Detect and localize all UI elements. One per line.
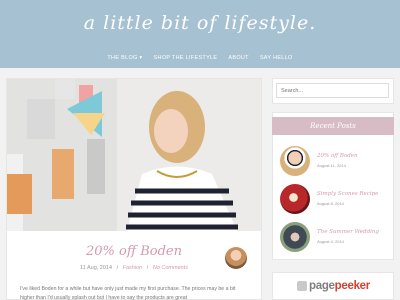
recent-post-item[interactable]: Simply Scones Recipe August 8, 2014 [280,184,390,216]
pagepeeker-logo-text: pagepeeker [309,280,370,292]
recent-post-item[interactable]: 20% off Boden August 11, 2014 [280,146,390,178]
post-meta: 11 Aug, 2014 / Fashion / No Comments [7,265,261,271]
main-nav: THE BLOG ▾ SHOP THE LIFESTYLE ABOUT SAY … [0,55,400,61]
meta-separator: / [116,265,119,271]
nav-about[interactable]: ABOUT [228,55,248,61]
search-input[interactable] [276,83,389,98]
post-hero-image[interactable] [7,79,261,231]
recent-posts-title: Recent Posts [272,117,394,135]
meta-separator: / [146,265,149,271]
site-header: a little bit of lifestyle. THE BLOG ▾ SH… [0,0,400,68]
recent-post-thumbnail[interactable] [280,184,310,214]
post-title[interactable]: 20% off Boden [7,244,261,259]
nav-the-blog[interactable]: THE BLOG ▾ [107,55,142,61]
post-card: 20% off Boden 11 Aug, 2014 / Fashion / N… [6,78,262,300]
recent-post-item[interactable]: The Summer Wedding August 4, 2014 [280,222,390,254]
nav-shop-the-lifestyle[interactable]: SHOP THE LIFESTYLE [154,55,218,61]
pagepeeker-logo-icon [297,281,307,291]
recent-post-title[interactable]: The Summer Wedding [317,229,379,235]
recent-post-date: August 4, 2014 [317,239,344,244]
recent-post-date: August 8, 2014 [317,201,344,206]
pagepeeker-watermark: pagepeeker [297,278,397,294]
recent-post-date: August 11, 2014 [317,163,346,168]
hero-photo [7,79,261,231]
recent-post-title[interactable]: Simply Scones Recipe [317,191,378,197]
post-date: 11 Aug, 2014 [80,265,113,271]
site-title[interactable]: a little bit of lifestyle. [0,12,400,34]
nav-say-hello[interactable]: SAY HELLO [260,55,293,61]
post-category-link[interactable]: Fashion [123,265,143,271]
post-excerpt: I've liked Boden for a while but have on… [20,286,236,300]
recent-post-thumbnail[interactable] [280,146,310,176]
recent-post-title[interactable]: 20% off Boden [317,153,358,159]
post-comments-link[interactable]: No Comments [153,265,188,271]
recent-post-thumbnail[interactable] [280,222,310,252]
